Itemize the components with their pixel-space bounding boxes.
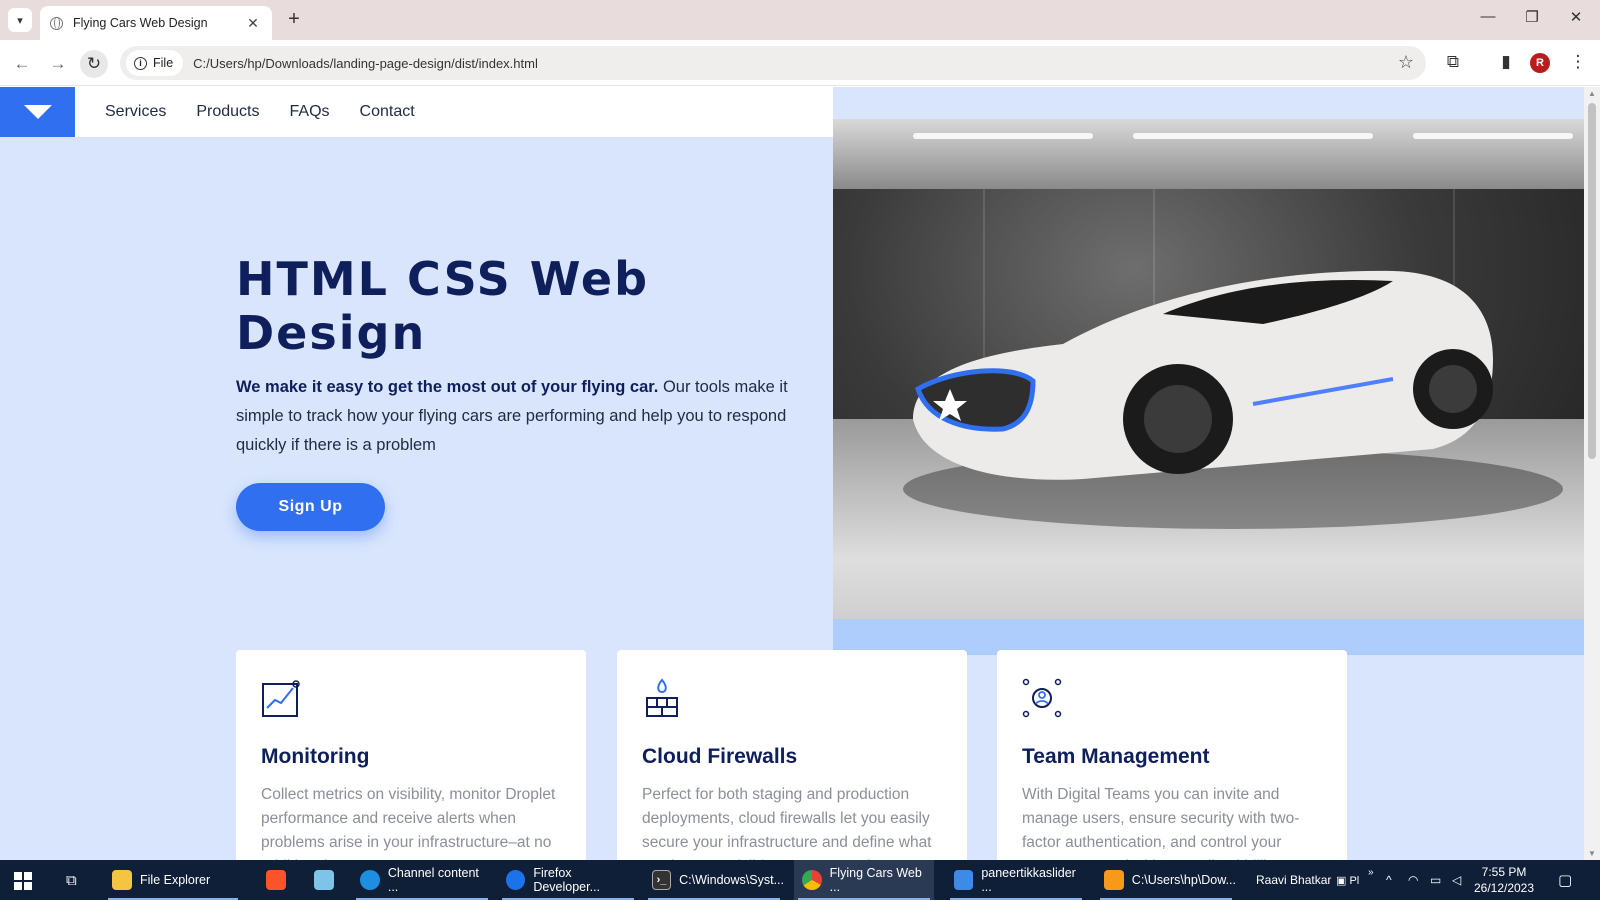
firefox-dev-icon bbox=[506, 870, 526, 890]
minimize-button[interactable]: — bbox=[1468, 8, 1508, 25]
feature-text: Collect metrics on visibility, monitor D… bbox=[261, 786, 556, 860]
url-text[interactable]: C:/Users/hp/Downloads/landing-page-desig… bbox=[193, 56, 538, 71]
hero-lead: We make it easy to get the most out of y… bbox=[236, 373, 796, 460]
reload-icon: ↻ bbox=[86, 54, 102, 73]
side-panel-icon[interactable]: ▮ bbox=[1494, 52, 1518, 72]
feature-text: Perfect for both staging and production … bbox=[642, 786, 934, 860]
close-window-button[interactable]: ✕ bbox=[1556, 8, 1596, 26]
wifi-icon[interactable]: ◠ bbox=[1408, 860, 1418, 900]
taskbar-item-terminal[interactable]: ›_ C:\Windows\Syst... bbox=[644, 860, 784, 900]
nav-link-products[interactable]: Products bbox=[196, 103, 259, 121]
bookmark-star-icon[interactable]: ☆ bbox=[1398, 52, 1414, 73]
menu-kebab-icon[interactable]: ⋮ bbox=[1566, 52, 1590, 72]
arrow-right-icon: → bbox=[49, 54, 67, 73]
restore-button[interactable]: ❐ bbox=[1512, 8, 1552, 26]
taskbar-item-edge[interactable]: Channel content ... bbox=[352, 860, 492, 900]
feature-text: With Digital Teams you can invite and ma… bbox=[1022, 786, 1305, 860]
car-illustration bbox=[903, 270, 1563, 529]
chevron-down-icon: ▾ bbox=[17, 14, 23, 27]
tray-app-icon[interactable]: ▣ Pl bbox=[1336, 860, 1359, 900]
profile-avatar[interactable]: R bbox=[1530, 53, 1550, 73]
taskbar-item-sublime[interactable]: C:\Users\hp\Dow... bbox=[1096, 860, 1236, 900]
browser-toolbar: ← → ↻ i File C:/Users/hp/Downloads/landi… bbox=[0, 40, 1600, 86]
tray-overflow-icon[interactable]: » bbox=[1368, 852, 1374, 892]
feature-card-monitoring: Monitoring Collect metrics on visibility… bbox=[236, 650, 586, 860]
back-button[interactable]: ← bbox=[8, 50, 36, 78]
notifications-icon[interactable]: ▢ bbox=[1558, 860, 1572, 900]
show-hidden-icons[interactable]: ^ bbox=[1386, 860, 1392, 900]
scroll-thumb[interactable] bbox=[1588, 103, 1596, 459]
task-view-icon[interactable]: ⧉ bbox=[58, 860, 98, 900]
feature-card-team: Team Management With Digital Teams you c… bbox=[997, 650, 1347, 860]
reload-button[interactable]: ↻ bbox=[80, 50, 108, 78]
feature-title: Cloud Firewalls bbox=[642, 745, 798, 768]
taskbar-user-name[interactable]: Raavi Bhatkar bbox=[1256, 860, 1331, 900]
tab-bar: ▾ Flying Cars Web Design ✕ + — ❐ ✕ bbox=[0, 0, 1600, 40]
nav-link-faqs[interactable]: FAQs bbox=[290, 103, 330, 121]
taskbar-item-brave[interactable] bbox=[258, 860, 294, 900]
volume-muted-icon[interactable]: ◁ bbox=[1452, 860, 1461, 900]
scroll-up-icon[interactable]: ▲ bbox=[1584, 89, 1600, 98]
nav-link-contact[interactable]: Contact bbox=[360, 103, 415, 121]
scroll-down-icon[interactable]: ▼ bbox=[1584, 849, 1600, 858]
sublime-icon bbox=[1104, 870, 1124, 890]
tab-search-button[interactable]: ▾ bbox=[8, 8, 32, 32]
taskbar-clock[interactable]: 7:55 PM 26/12/2023 bbox=[1464, 864, 1544, 896]
hero-car-image bbox=[833, 119, 1584, 619]
page-scrollbar[interactable]: ▲ ▼ bbox=[1584, 87, 1600, 860]
feature-card-firewalls: Cloud Firewalls Perfect for both staging… bbox=[617, 650, 967, 860]
new-tab-button[interactable]: + bbox=[282, 8, 306, 31]
brave-icon bbox=[266, 870, 286, 890]
info-icon: i bbox=[134, 56, 147, 70]
clock-date: 26/12/2023 bbox=[1473, 881, 1535, 895]
chart-line-icon bbox=[262, 680, 300, 717]
tab-title: Flying Cars Web Design bbox=[73, 16, 208, 30]
clock-time: 7:55 PM bbox=[1481, 865, 1527, 879]
chrome-icon bbox=[802, 870, 822, 890]
nav-link-services[interactable]: Services bbox=[105, 103, 166, 121]
battery-icon[interactable]: ▭ bbox=[1430, 860, 1441, 900]
edge-icon bbox=[360, 870, 380, 890]
feature-title: Monitoring bbox=[261, 745, 370, 768]
site-navbar: Services Products FAQs Contact bbox=[0, 87, 833, 137]
forward-button[interactable]: → bbox=[44, 50, 72, 78]
feature-title: Team Management bbox=[1022, 745, 1210, 768]
firewall-icon bbox=[646, 678, 678, 717]
sign-up-button[interactable]: Sign Up bbox=[236, 483, 385, 531]
nav-links: Services Products FAQs Contact bbox=[105, 87, 445, 137]
vscode-icon bbox=[954, 870, 974, 890]
hero-title: HTML CSS Web Design bbox=[236, 252, 796, 360]
taskbar-item-notepad[interactable] bbox=[306, 860, 342, 900]
close-tab-icon[interactable]: ✕ bbox=[244, 15, 262, 32]
page-viewport: Services Products FAQs Contact HTML CSS … bbox=[0, 87, 1584, 860]
terminal-icon: ›_ bbox=[652, 870, 672, 890]
site-chip-label: File bbox=[153, 56, 174, 70]
folder-icon bbox=[112, 870, 132, 890]
taskbar-item-file-explorer[interactable]: File Explorer bbox=[104, 860, 242, 900]
team-icon bbox=[1022, 678, 1062, 718]
address-bar[interactable]: i File C:/Users/hp/Downloads/landing-pag… bbox=[120, 46, 1426, 80]
arrow-left-icon: ← bbox=[13, 54, 31, 73]
site-info-chip[interactable]: i File bbox=[126, 50, 184, 76]
notepad-icon bbox=[314, 870, 334, 890]
hero-lead-bold: We make it easy to get the most out of y… bbox=[236, 378, 659, 396]
menu-toggle-button[interactable] bbox=[0, 87, 75, 137]
active-tab[interactable]: Flying Cars Web Design ✕ bbox=[40, 6, 272, 40]
caret-down-icon bbox=[23, 105, 52, 119]
globe-icon bbox=[50, 16, 63, 30]
hero-title-line1: HTML CSS Web bbox=[236, 252, 650, 306]
taskbar-item-vscode[interactable]: paneertikkaslider ... bbox=[946, 860, 1086, 900]
extensions-icon[interactable]: ⧉ bbox=[1441, 52, 1465, 72]
taskbar-item-chrome[interactable]: Flying Cars Web ... bbox=[794, 860, 934, 900]
hero-title-line2: Design bbox=[236, 306, 427, 360]
taskbar-item-firefox-dev[interactable]: Firefox Developer... bbox=[498, 860, 638, 900]
windows-start-icon[interactable] bbox=[14, 872, 32, 890]
windows-taskbar: ⧉ File Explorer Channel content ... Fire… bbox=[0, 860, 1600, 900]
